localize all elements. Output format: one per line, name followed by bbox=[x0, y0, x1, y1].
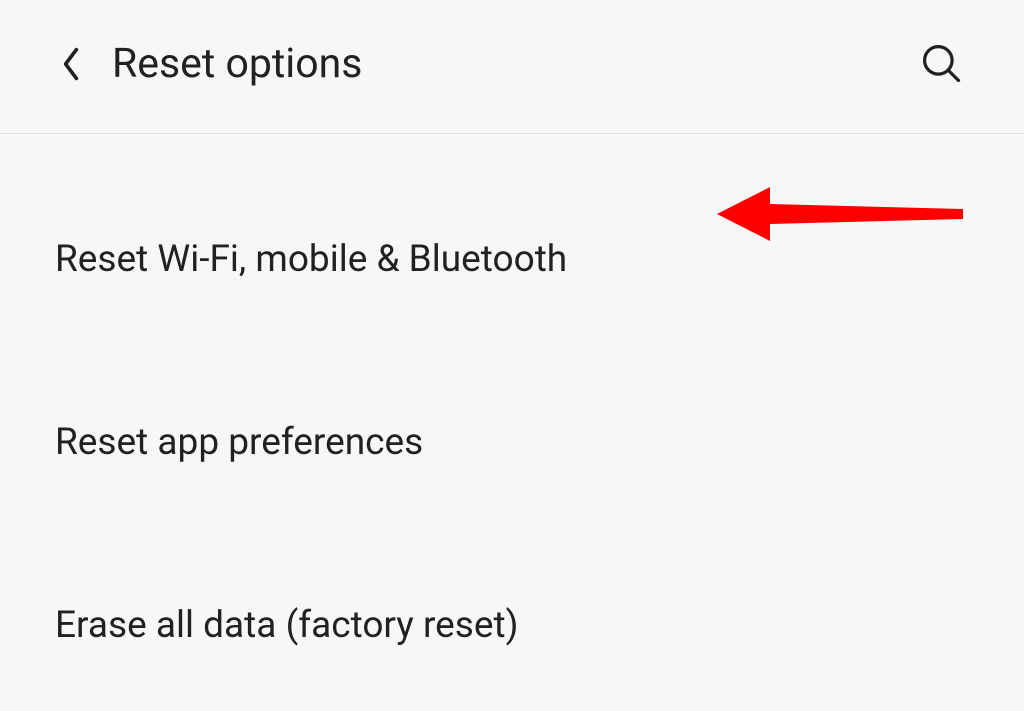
annotation-arrow bbox=[715, 179, 965, 253]
page-title: Reset options bbox=[112, 40, 362, 88]
options-list: Reset Wi-Fi, mobile & Bluetooth Reset ap… bbox=[0, 134, 1024, 705]
list-item-label: Erase all data (factory reset) bbox=[55, 604, 519, 647]
list-item-reset-app-preferences[interactable]: Reset app preferences bbox=[55, 339, 969, 522]
list-item-label: Reset Wi-Fi, mobile & Bluetooth bbox=[55, 238, 567, 281]
list-item-erase-all-data[interactable]: Erase all data (factory reset) bbox=[55, 522, 969, 705]
list-item-reset-wifi-mobile-bluetooth[interactable]: Reset Wi-Fi, mobile & Bluetooth bbox=[55, 134, 969, 339]
app-header: Reset options bbox=[0, 0, 1024, 134]
list-item-label: Reset app preferences bbox=[55, 421, 423, 464]
header-left: Reset options bbox=[60, 40, 362, 88]
back-icon[interactable] bbox=[60, 46, 82, 82]
search-icon[interactable] bbox=[920, 42, 964, 86]
